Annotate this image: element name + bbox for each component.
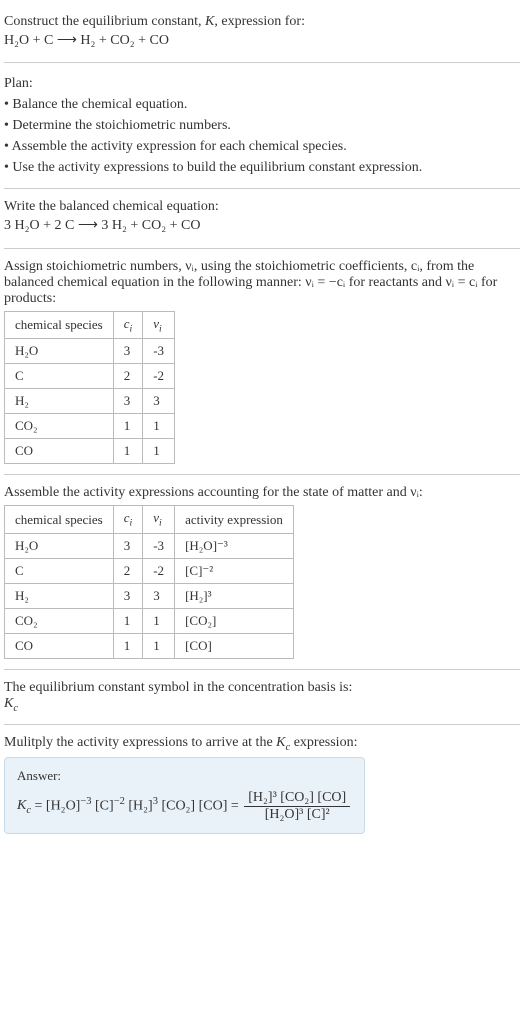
- table-header: νi: [143, 311, 175, 339]
- table-cell: 3: [113, 339, 143, 364]
- table-cell: CO: [5, 439, 114, 464]
- balanced-equation: 3 H₂O + 2 C ⟶ 3 H₂ + CO₂ + CO: [4, 215, 520, 237]
- table-cell: 2: [113, 364, 143, 389]
- stoich-text: Assign stoichiometric numbers, νᵢ, using…: [4, 259, 520, 307]
- answer-numerator: [H₂]³ [CO₂] [CO]: [244, 790, 350, 807]
- table-cell: [C]⁻²: [175, 558, 294, 583]
- table-cell: H₂: [5, 389, 114, 414]
- table-header: νi: [143, 506, 175, 534]
- plan-item: • Balance the chemical equation.: [4, 94, 520, 115]
- table-row: CO₂ 1 1 [CO₂]: [5, 608, 294, 633]
- table-cell: 1: [143, 608, 175, 633]
- table-header-row: chemical species ci νi activity expressi…: [5, 506, 294, 534]
- table-header: chemical species: [5, 506, 114, 534]
- stoich-table: chemical species ci νi H₂O 3 -3 C 2 -2 H…: [4, 311, 175, 465]
- multiply-heading: Mulitply the activity expressions to arr…: [4, 735, 520, 753]
- plan-item: • Assemble the activity expression for e…: [4, 136, 520, 157]
- table-cell: 1: [113, 633, 143, 658]
- table-row: C 2 -2 [C]⁻²: [5, 558, 294, 583]
- table-header: ci: [113, 506, 143, 534]
- table-header: activity expression: [175, 506, 294, 534]
- symbol-section: The equilibrium constant symbol in the c…: [4, 674, 520, 720]
- plan-heading: Plan:: [4, 73, 520, 94]
- plan-section: Plan: • Balance the chemical equation. •…: [4, 67, 520, 184]
- table-cell: [H₂O]⁻³: [175, 533, 294, 558]
- table-cell: [CO]: [175, 633, 294, 658]
- table-cell: 3: [113, 533, 143, 558]
- activity-text: Assemble the activity expressions accoun…: [4, 485, 520, 501]
- stoich-section: Assign stoichiometric numbers, νᵢ, using…: [4, 253, 520, 471]
- table-cell: C: [5, 364, 114, 389]
- table-row: CO 1 1 [CO]: [5, 633, 294, 658]
- table-cell: 1: [143, 439, 175, 464]
- table-cell: -2: [143, 364, 175, 389]
- divider: [4, 188, 520, 189]
- intro-section: Construct the equilibrium constant, K, e…: [4, 8, 520, 58]
- answer-box: Answer: Kc = [H₂O]−3 [C]−2 [H₂]3 [CO₂] […: [4, 757, 365, 834]
- balanced-section: Write the balanced chemical equation: 3 …: [4, 193, 520, 243]
- table-cell: 1: [113, 439, 143, 464]
- table-cell: [H₂]³: [175, 583, 294, 608]
- divider: [4, 724, 520, 725]
- table-cell: 1: [113, 608, 143, 633]
- table-cell: CO₂: [5, 608, 114, 633]
- plan-item: • Use the activity expressions to build …: [4, 157, 520, 178]
- table-row: CO₂ 1 1: [5, 414, 175, 439]
- table-cell: H₂O: [5, 339, 114, 364]
- plan-item: • Determine the stoichiometric numbers.: [4, 115, 520, 136]
- table-cell: 3: [143, 583, 175, 608]
- table-cell: -3: [143, 339, 175, 364]
- symbol-line1: The equilibrium constant symbol in the c…: [4, 680, 520, 696]
- table-cell: 1: [143, 414, 175, 439]
- table-cell: CO: [5, 633, 114, 658]
- answer-denominator: [H₂O]³ [C]²: [244, 807, 350, 823]
- table-cell: C: [5, 558, 114, 583]
- table-cell: 2: [113, 558, 143, 583]
- table-cell: 1: [143, 633, 175, 658]
- table-header-row: chemical species ci νi: [5, 311, 175, 339]
- table-cell: -3: [143, 533, 175, 558]
- table-header: chemical species: [5, 311, 114, 339]
- table-cell: CO₂: [5, 414, 114, 439]
- answer-fraction: [H₂]³ [CO₂] [CO] [H₂O]³ [C]²: [244, 790, 350, 823]
- table-cell: 3: [113, 583, 143, 608]
- table-cell: 3: [143, 389, 175, 414]
- table-row: H₂O 3 -3: [5, 339, 175, 364]
- table-row: H₂ 3 3 [H₂]³: [5, 583, 294, 608]
- intro-line: Construct the equilibrium constant, K, e…: [4, 14, 520, 30]
- divider: [4, 248, 520, 249]
- table-cell: 1: [113, 414, 143, 439]
- divider: [4, 62, 520, 63]
- answer-equation: Kc = [H₂O]−3 [C]−2 [H₂]3 [CO₂] [CO] = [H…: [17, 790, 352, 823]
- divider: [4, 474, 520, 475]
- table-cell: -2: [143, 558, 175, 583]
- table-cell: H₂O: [5, 533, 114, 558]
- activity-table: chemical species ci νi activity expressi…: [4, 505, 294, 659]
- activity-section: Assemble the activity expressions accoun…: [4, 479, 520, 665]
- symbol-line2: Kc: [4, 696, 520, 714]
- table-cell: 3: [113, 389, 143, 414]
- table-row: H₂O 3 -3 [H₂O]⁻³: [5, 533, 294, 558]
- table-header: ci: [113, 311, 143, 339]
- table-cell: [CO₂]: [175, 608, 294, 633]
- divider: [4, 669, 520, 670]
- answer-label: Answer:: [17, 768, 352, 784]
- table-row: C 2 -2: [5, 364, 175, 389]
- table-row: H₂ 3 3: [5, 389, 175, 414]
- table-cell: H₂: [5, 583, 114, 608]
- table-row: CO 1 1: [5, 439, 175, 464]
- intro-equation: H₂O + C ⟶ H₂ + CO₂ + CO: [4, 30, 520, 52]
- balanced-heading: Write the balanced chemical equation:: [4, 199, 520, 215]
- multiply-section: Mulitply the activity expressions to arr…: [4, 729, 520, 840]
